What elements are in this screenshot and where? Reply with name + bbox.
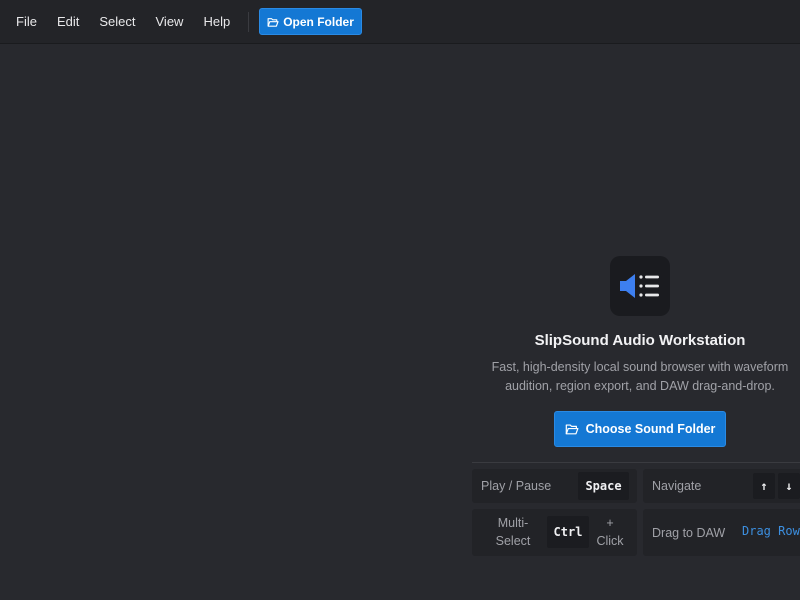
key-space: Space [578, 472, 629, 500]
key-arrow-down-icon: ↓ [778, 473, 800, 499]
app-description-line-2: audition, region export, and DAW drag-an… [505, 379, 775, 393]
menu-bar: File Edit Select View Help Open Folder [0, 0, 800, 44]
menu-edit[interactable]: Edit [47, 8, 89, 36]
menu-separator [248, 11, 250, 32]
app-title: SlipSound Audio Workstation [534, 332, 746, 349]
app-description-line-1: Fast, high-density local sound browser w… [491, 360, 789, 374]
folder-open-icon [267, 17, 279, 27]
choose-sound-folder-button[interactable]: Choose Sound Folder [554, 411, 726, 447]
speaker-list-icon [620, 274, 659, 298]
key-ctrl: Ctrl [547, 516, 589, 548]
open-folder-button[interactable]: Open Folder [259, 8, 362, 35]
shortcut-multi-suffix: + Click [593, 514, 627, 550]
shortcut-play-pause: Play / Pause Space [472, 469, 637, 503]
shortcut-multi-label: Multi- Select [489, 514, 537, 550]
shortcut-multi-plus: + [606, 516, 614, 530]
shortcut-navigate-label: Navigate [652, 479, 702, 493]
shortcut-multi-select: Multi- Select Ctrl + Click [472, 509, 637, 556]
menu-select[interactable]: Select [89, 8, 145, 36]
menu-help[interactable]: Help [193, 8, 240, 36]
menu-view[interactable]: View [146, 8, 194, 36]
shortcut-multi-label-line-1: Multi- [497, 516, 529, 530]
shortcut-drag-hint: Drag Row [742, 524, 800, 538]
app-description: Fast, high-density local sound browser w… [472, 358, 800, 396]
shortcut-multi-label-line-2: Select [495, 534, 531, 548]
choose-sound-folder-label: Choose Sound Folder [585, 422, 716, 436]
app-logo [610, 256, 670, 316]
shortcut-navigate: Navigate ↑ ↓ [643, 469, 800, 503]
shortcut-drag-label: Drag to DAW [652, 525, 726, 540]
shortcut-play-label: Play / Pause [481, 479, 552, 493]
folder-open-icon [565, 424, 579, 435]
divider [472, 462, 800, 463]
key-arrow-up-icon: ↑ [753, 473, 775, 499]
shortcut-drag-to-daw: Drag to DAW Drag Row [643, 509, 800, 556]
open-folder-label: Open Folder [283, 14, 354, 29]
shortcut-multi-click: Click [596, 534, 624, 548]
menu-file[interactable]: File [6, 8, 47, 36]
